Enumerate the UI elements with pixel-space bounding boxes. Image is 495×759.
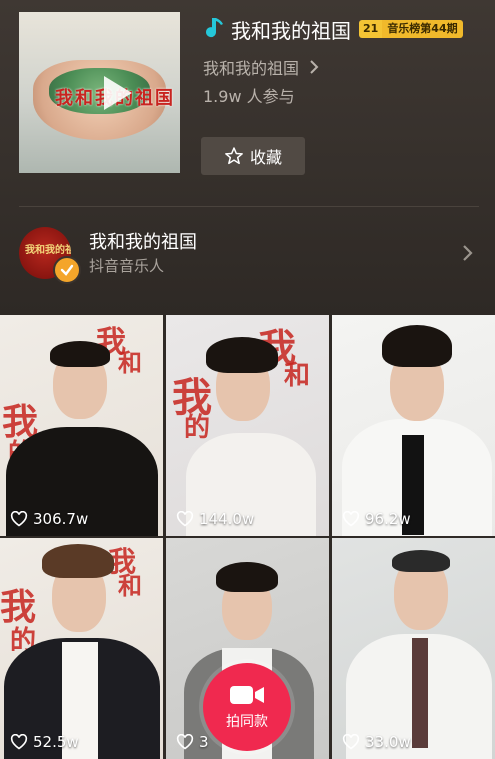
rank-text: 音乐榜第44期 (382, 20, 463, 38)
song-cover[interactable]: 我和我的祖国 (19, 12, 180, 173)
like-count: 96.2w (342, 510, 411, 528)
divider (19, 206, 479, 207)
like-count: 306.7w (10, 510, 88, 528)
song-title: 我和我的祖国 (231, 18, 351, 43)
artist-name[interactable]: 我和我的祖国 (89, 228, 197, 254)
title-row: 我和我的祖国 21 音乐榜第44期 (203, 14, 463, 44)
video-card[interactable]: 33.0w (332, 538, 495, 759)
avatar-logo-text: 我和我的祖国 (25, 245, 71, 256)
chart-rank-badge[interactable]: 21 音乐榜第44期 (359, 20, 463, 38)
camera-icon (230, 686, 264, 704)
heart-icon (10, 734, 28, 750)
person-hair (216, 562, 278, 592)
video-card[interactable]: 我 和 我 的 祖 306.7w (0, 315, 163, 536)
like-count: 52.5w (10, 733, 79, 751)
heart-icon (10, 511, 28, 527)
like-value: 144.0w (199, 510, 255, 528)
like-count: 144.0w (176, 510, 254, 528)
video-card[interactable]: 我 和 我 的 祖 国 144.0w (166, 315, 329, 536)
chevron-right-icon (310, 60, 319, 74)
shoot-same-label: 拍同款 (226, 714, 268, 730)
artist-subtitle: 抖音音乐人 (89, 257, 165, 275)
like-value: 96.2w (365, 510, 411, 528)
like-value: 52.5w (33, 733, 79, 751)
music-note-icon (206, 18, 223, 38)
like-value: 33.0w (365, 733, 411, 751)
heart-icon (176, 511, 194, 527)
participant-count: 1.9w 人参与 (203, 87, 295, 106)
heart-icon (342, 734, 360, 750)
like-value: 306.7w (33, 510, 89, 528)
collect-label: 收藏 (249, 148, 282, 167)
tie (412, 638, 428, 748)
like-value: 3 (199, 733, 209, 751)
star-icon (225, 147, 243, 165)
heart-icon (176, 734, 194, 750)
heart-icon (342, 511, 360, 527)
song-header: 我和我的祖国 我和我的祖国 21 音乐榜第44期 我和我的祖国 1.9w 人参与… (0, 0, 495, 315)
shoot-same-button[interactable]: 拍同款 (203, 663, 291, 751)
video-card[interactable]: 96.2w (332, 315, 495, 536)
rank-number: 21 (359, 20, 383, 38)
person-hair (42, 544, 114, 578)
check-icon (60, 264, 74, 276)
person-hair (206, 337, 278, 373)
person-hair (392, 550, 450, 572)
like-count: 33.0w (342, 733, 411, 751)
play-icon[interactable] (104, 76, 132, 110)
like-count: 3 (176, 733, 209, 751)
person-hair (382, 325, 452, 367)
chevron-right-icon[interactable] (461, 244, 473, 262)
verified-badge (53, 256, 81, 284)
collect-button[interactable]: 收藏 (201, 137, 305, 175)
album-name: 我和我的祖国 (203, 59, 300, 78)
person-hair (50, 341, 110, 367)
album-link[interactable]: 我和我的祖国 (203, 55, 319, 79)
video-card[interactable]: 我 和 我 的 祖 52.5w (0, 538, 163, 759)
